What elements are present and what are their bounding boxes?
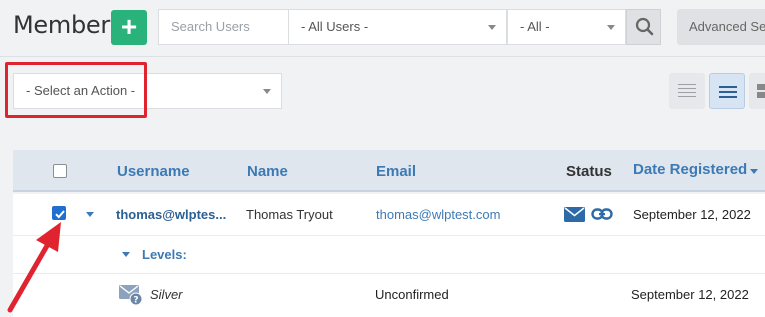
link-icon[interactable] (591, 206, 613, 222)
select-all-checkbox[interactable] (53, 164, 67, 178)
list-view-icon (678, 84, 696, 100)
grid-view-button[interactable] (749, 73, 765, 109)
collapse-levels-icon[interactable] (122, 252, 130, 257)
grid-view-icon (757, 84, 765, 98)
email-icon[interactable] (564, 207, 585, 222)
table-header: Username Name Email Status Date Register… (13, 150, 765, 192)
annotation-arrow-icon (7, 222, 61, 313)
column-date-registered[interactable]: Date Registered (633, 161, 747, 178)
header-divider (0, 56, 765, 57)
chevron-down-icon (607, 25, 615, 30)
advanced-search-button[interactable]: Advanced Search (677, 9, 765, 45)
levels-label: Levels: (142, 247, 187, 262)
levels-row: Levels: (13, 236, 765, 274)
column-email[interactable]: Email (376, 163, 416, 180)
level-date: September 12, 2022 (631, 287, 749, 302)
chevron-down-icon (488, 25, 496, 30)
add-member-button[interactable]: + (111, 10, 147, 45)
checkmark-icon (55, 210, 65, 219)
status-filter-value: - All - (520, 19, 550, 34)
page-title: Members (13, 11, 123, 39)
email-link[interactable]: thomas@wlptest.com (376, 207, 500, 222)
row-checkbox[interactable] (52, 206, 66, 220)
column-username[interactable]: Username (117, 163, 190, 180)
date-registered: September 12, 2022 (633, 207, 751, 222)
chevron-down-icon (263, 89, 271, 94)
users-filter-value: - All Users - (301, 19, 369, 34)
column-name[interactable]: Name (247, 163, 288, 180)
member-name: Thomas Tryout (246, 207, 333, 222)
status-filter-select[interactable]: - All - (507, 9, 626, 45)
list-view-button[interactable] (669, 73, 705, 109)
search-input[interactable]: Search Users (158, 9, 288, 45)
table-row: thomas@wlptes... Thomas Tryout thomas@wl… (13, 194, 765, 236)
username-link[interactable]: thomas@wlptes... (116, 207, 226, 222)
level-row: ? Silver Unconfirmed September 12, 2022 (13, 274, 765, 317)
unconfirmed-email-icon: ? (119, 285, 143, 306)
search-button[interactable] (626, 9, 661, 45)
level-name: Silver (150, 287, 183, 302)
annotation-highlight-box (5, 62, 147, 118)
sort-desc-icon (750, 169, 758, 174)
expand-row-icon[interactable] (86, 212, 94, 217)
level-status: Unconfirmed (375, 287, 449, 302)
table-view-icon (719, 86, 737, 101)
column-status: Status (566, 163, 612, 180)
users-filter-select[interactable]: - All Users - (288, 9, 507, 45)
table-view-button[interactable] (709, 73, 745, 109)
search-icon (635, 17, 654, 36)
svg-text:?: ? (133, 296, 138, 306)
